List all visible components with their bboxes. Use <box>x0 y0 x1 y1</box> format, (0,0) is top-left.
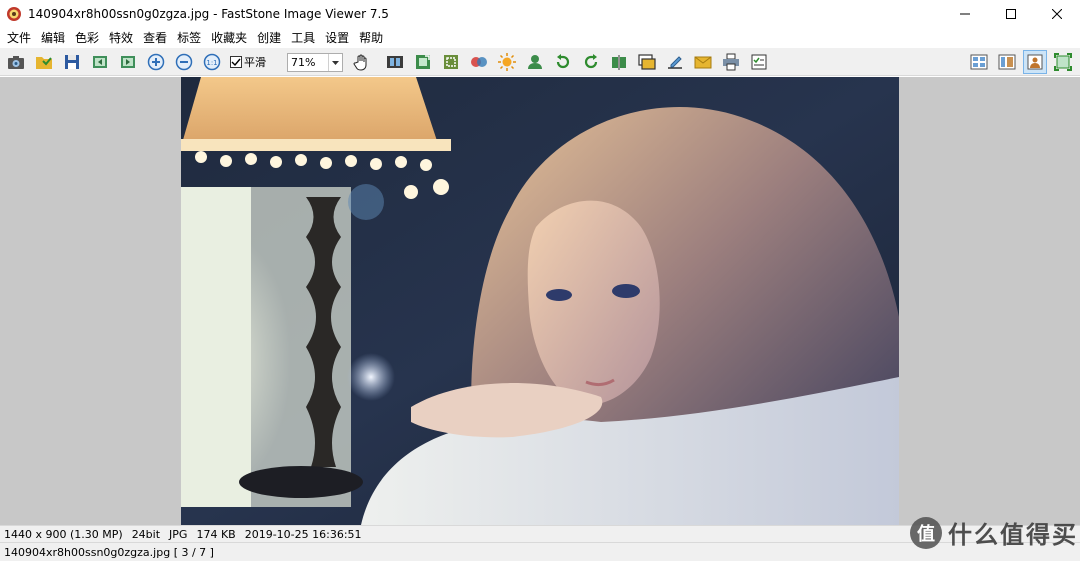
photo-image <box>181 77 899 525</box>
zoom-select[interactable]: 71% <box>287 53 343 72</box>
minimize-button[interactable] <box>942 0 988 28</box>
file-format: JPG <box>169 527 188 541</box>
film-strip-icon <box>387 56 403 68</box>
rotate-left-icon <box>556 54 570 69</box>
watermark-badge: 值 <box>910 516 942 549</box>
close-icon <box>1052 9 1062 19</box>
draw-button[interactable] <box>663 50 687 74</box>
portrait-view-icon <box>1027 54 1043 70</box>
resize-button[interactable] <box>411 50 435 74</box>
browser-mode-button[interactable] <box>967 50 991 74</box>
watermark-text: 什么值得买 <box>948 521 1078 549</box>
close-button[interactable] <box>1034 0 1080 28</box>
zoom-in-button[interactable] <box>144 50 168 74</box>
fullscreen-button[interactable] <box>1051 50 1075 74</box>
preview-mode-button[interactable] <box>995 50 1019 74</box>
window-title: 140904xr8h00ssn0g0zgza.jpg - FastStone I… <box>28 7 389 21</box>
file-position: 140904xr8h00ssn0g0zgza.jpg [ 3 / 7 ] <box>4 545 214 559</box>
rotate-left-button[interactable] <box>551 50 575 74</box>
title-bar: 140904xr8h00ssn0g0zgza.jpg - FastStone I… <box>0 0 1080 28</box>
menu-tags[interactable]: 标签 <box>172 28 206 48</box>
open-folder-icon <box>36 57 52 69</box>
actual-size-icon: 1:1 <box>203 53 221 71</box>
flip-button[interactable] <box>607 50 631 74</box>
fullscreen-icon <box>1054 53 1072 71</box>
svg-text:1:1: 1:1 <box>206 59 217 67</box>
resize-icon <box>416 55 430 69</box>
maximize-button[interactable] <box>988 0 1034 28</box>
slideshow-icon <box>638 54 656 70</box>
checklist-icon <box>751 54 767 70</box>
pencil-icon <box>668 56 682 69</box>
brightness-button[interactable] <box>495 50 519 74</box>
zoom-value: 71% <box>291 56 316 69</box>
open-folder-button[interactable] <box>32 50 56 74</box>
crop-button[interactable] <box>439 50 463 74</box>
actual-size-button[interactable]: 1:1 <box>200 50 224 74</box>
image-canvas[interactable] <box>0 77 1080 525</box>
camera-button[interactable] <box>4 50 28 74</box>
previous-image-icon <box>93 56 107 68</box>
red-eye-button[interactable] <box>523 50 547 74</box>
save-icon <box>65 55 79 69</box>
zoom-out-icon <box>175 53 193 71</box>
checkbox-icon <box>230 56 242 68</box>
color-adjust-icon <box>471 57 487 67</box>
preview-view-icon <box>998 54 1016 70</box>
bit-depth: 24bit <box>131 527 161 541</box>
minimize-icon <box>960 13 970 15</box>
hand-tool-button[interactable] <box>350 50 374 74</box>
rotate-right-button[interactable] <box>579 50 603 74</box>
previous-button[interactable] <box>88 50 112 74</box>
file-size: 174 KB <box>196 527 236 541</box>
menu-help[interactable]: 帮助 <box>354 28 388 48</box>
next-button[interactable] <box>116 50 140 74</box>
properties-button[interactable] <box>747 50 771 74</box>
menu-color[interactable]: 色彩 <box>70 28 104 48</box>
image-dimensions: 1440 x 900 (1.30 MP) <box>4 527 123 541</box>
file-datetime: 2019-10-25 16:36:51 <box>244 527 362 541</box>
envelope-icon <box>694 56 712 69</box>
watermark: 值 什么值得买 <box>910 515 1078 550</box>
printer-icon <box>723 53 739 71</box>
next-image-icon <box>121 56 135 68</box>
slideshow-button[interactable] <box>635 50 659 74</box>
smooth-label: 平滑 <box>244 56 266 69</box>
smooth-checkbox[interactable]: 平滑 <box>230 54 266 70</box>
person-icon <box>528 55 542 69</box>
menu-file[interactable]: 文件 <box>2 28 36 48</box>
chevron-down-icon <box>328 54 342 71</box>
film-strip-button[interactable] <box>383 50 407 74</box>
window-controls <box>942 0 1080 28</box>
zoom-out-button[interactable] <box>172 50 196 74</box>
camera-icon <box>8 56 24 69</box>
hand-icon <box>353 54 367 71</box>
zoom-in-icon <box>147 53 165 71</box>
save-button[interactable] <box>60 50 84 74</box>
email-button[interactable] <box>691 50 715 74</box>
crop-icon <box>444 55 458 69</box>
flip-icon <box>612 55 626 70</box>
image-mode-button[interactable] <box>1023 50 1047 74</box>
menu-bar: 文件 编辑 色彩 特效 查看 标签 收藏夹 创建 工具 设置 帮助 <box>0 28 1080 48</box>
menu-settings[interactable]: 设置 <box>320 28 354 48</box>
menu-effects[interactable]: 特效 <box>104 28 138 48</box>
toolbar: 1:1 平滑 71% <box>0 48 1080 76</box>
print-button[interactable] <box>719 50 743 74</box>
menu-favorites[interactable]: 收藏夹 <box>206 28 252 48</box>
grid-view-icon <box>970 54 988 70</box>
faststone-logo-icon <box>7 7 21 21</box>
menu-view[interactable]: 查看 <box>138 28 172 48</box>
sun-icon <box>498 53 516 71</box>
menu-tools[interactable]: 工具 <box>286 28 320 48</box>
menu-edit[interactable]: 编辑 <box>36 28 70 48</box>
color-adjust-button[interactable] <box>467 50 491 74</box>
rotate-right-icon <box>584 54 598 69</box>
menu-create[interactable]: 创建 <box>252 28 286 48</box>
maximize-icon <box>1006 9 1016 19</box>
